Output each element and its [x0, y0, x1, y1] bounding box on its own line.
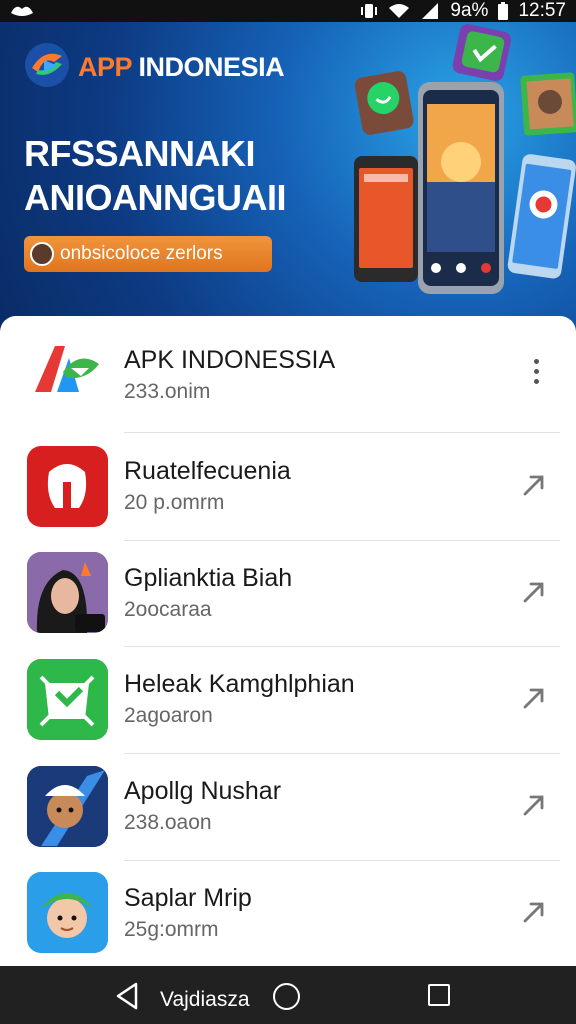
app-meta: 25g:omrm [124, 918, 219, 941]
home-icon[interactable] [273, 983, 300, 1010]
center-phone [418, 82, 504, 294]
banner-headline: RFSSANNAKI ANIOANNGUAII [24, 132, 287, 220]
app-name: Saplar Mrip [124, 884, 252, 912]
list-item[interactable]: Saplar Mrip 25g:omrm [0, 860, 576, 966]
promo-avatar [30, 242, 54, 266]
more-options-icon[interactable] [522, 351, 550, 391]
promo-button[interactable]: onbsicoloce zerlors [24, 236, 272, 272]
list-item[interactable]: Heleak Kamghlphian 2agoaron [0, 646, 576, 754]
brand-title: APP INDONESIA [78, 52, 285, 83]
brand-name: INDONESIA [138, 52, 285, 82]
promo-text: onbsicoloce zerlors [60, 243, 223, 264]
photo-tile-icon [520, 72, 576, 136]
app-name: Ruatelfecuenia [124, 457, 291, 485]
headline-line-2: ANIOANNGUAII [24, 177, 287, 218]
headline-line-1: RFSSANNAKI [24, 133, 256, 174]
brand-header: APP INDONESIA [24, 42, 285, 93]
app-meta: 238.oaon [124, 811, 212, 834]
phones-illustration [344, 22, 576, 332]
app-name: Gplianktia Biah [124, 564, 293, 592]
character-app-icon [27, 766, 108, 847]
status-bar: 9a% 12:57 [0, 0, 576, 22]
green-game-app-icon [27, 659, 108, 740]
battery-level: 9a% [450, 0, 489, 21]
recents-icon[interactable] [428, 984, 450, 1006]
wifi-icon [388, 3, 410, 19]
promo-banner[interactable]: APP INDONESIA RFSSANNAKI ANIOANNGUAII on… [0, 22, 576, 332]
open-arrow-icon[interactable] [516, 680, 552, 716]
app-name: Apollg Nushar [124, 777, 282, 805]
vibrate-icon [360, 3, 378, 19]
list-item[interactable]: Ruatelfecuenia 20 p.omrm [0, 433, 576, 541]
open-arrow-icon[interactable] [516, 467, 552, 503]
whatsapp-tile-icon [354, 71, 414, 135]
clock: 12:57 [518, 0, 566, 21]
open-arrow-icon[interactable] [516, 574, 552, 610]
nav-label: Vajdiasza [160, 988, 250, 1011]
app-meta: 2oocaraa [124, 598, 212, 621]
list-item[interactable]: Apollg Nushar 238.oaon [0, 753, 576, 861]
left-phone [354, 156, 418, 282]
right-phone [507, 154, 576, 279]
app-meta: 20 p.omrm [124, 491, 225, 514]
app-meta: 2agoaron [124, 704, 213, 727]
battery-icon [498, 2, 509, 20]
app-name: APK INDONESSIA [124, 346, 336, 374]
app-name: Heleak Kamghlphian [124, 670, 355, 698]
apk-indonesia-logo-icon [27, 328, 108, 409]
back-icon[interactable] [114, 982, 140, 1010]
open-arrow-icon[interactable] [516, 787, 552, 823]
red-music-app-icon [27, 446, 108, 527]
app-list: APK INDONESSIA 233.onim Ruatelfecuenia 2… [0, 316, 576, 966]
list-item[interactable]: APK INDONESSIA 233.onim [0, 316, 576, 433]
app-meta: 233.onim [124, 380, 211, 403]
list-item[interactable]: Gplianktia Biah 2oocaraa [0, 540, 576, 647]
green-app-tile-icon [452, 24, 511, 81]
elf-character-app-icon [27, 872, 108, 953]
cell-signal-icon [420, 2, 440, 20]
navigation-bar: Vajdiasza [0, 966, 576, 1024]
open-arrow-icon[interactable] [516, 894, 552, 930]
app-logo-icon [24, 42, 70, 93]
brand-prefix: APP [78, 52, 132, 82]
portrait-app-icon [27, 552, 108, 633]
